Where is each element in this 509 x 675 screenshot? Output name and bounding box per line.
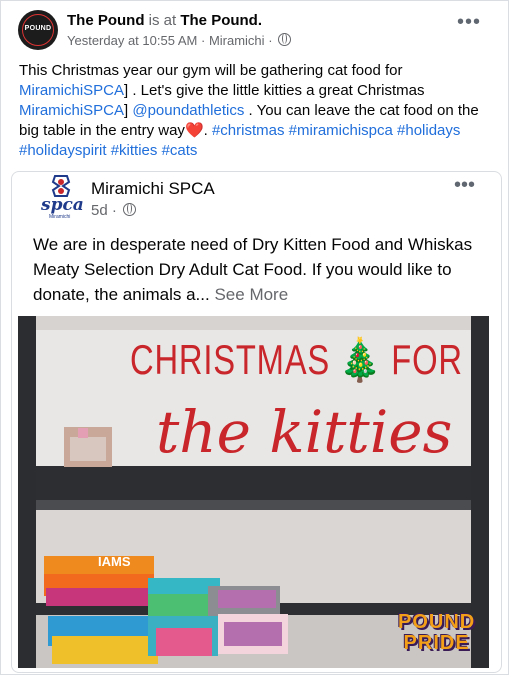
shared-globe-icon	[123, 203, 137, 216]
heart-icon: ❤️	[184, 122, 204, 139]
post-meta: Yesterday at 10:55 AM · Miramichi ·	[67, 33, 292, 49]
post-text: This Christmas year our gym will be gath…	[19, 62, 479, 159]
photo-title-line2: the kitties	[156, 398, 453, 466]
badge-line1: POUND	[398, 611, 476, 633]
avatar-text: POUND	[24, 25, 52, 32]
shared-more-button[interactable]: •••	[454, 175, 475, 195]
meta-separator-2: ·	[268, 33, 273, 48]
author-name[interactable]: The Pound	[67, 12, 145, 29]
post-text-2: ] . Let's give the little kitties a grea…	[124, 82, 425, 99]
place-name[interactable]: The Pound.	[180, 12, 262, 29]
badge-line2: PRIDE	[403, 632, 470, 654]
spca-logo-subtext: Miramichi	[49, 214, 70, 220]
see-more-link[interactable]: See More	[214, 285, 288, 304]
more-options-button[interactable]: •••	[457, 12, 481, 32]
meta-separator: ·	[200, 33, 206, 48]
spca-logo[interactable]: spca Miramichi	[35, 172, 91, 220]
shared-meta-separator: ·	[111, 202, 117, 219]
shared-text: We are in desperate need of Dry Kitten F…	[33, 232, 493, 307]
mention-link-1[interactable]: MiramichiSPCA	[19, 82, 124, 99]
shared-post[interactable]: spca Miramichi Miramichi SPCA 5d · ••• W…	[11, 171, 502, 673]
avatar[interactable]: POUND	[18, 10, 58, 50]
spca-logo-text: spca	[40, 195, 84, 215]
shared-age[interactable]: 5d	[91, 202, 108, 219]
post-text-3: ]	[124, 102, 129, 119]
location-link[interactable]: Miramichi	[209, 33, 265, 48]
post-header: The Pound is at The Pound.	[67, 12, 262, 30]
timestamp[interactable]: Yesterday at 10:55 AM	[67, 33, 197, 48]
mention-link-2[interactable]: MiramichiSPCA	[19, 102, 124, 119]
post-text-1: This Christmas year our gym will be gath…	[19, 62, 403, 79]
shared-photo[interactable]: IAMS CHRISTMAS 🎄 FOR the kitties POUND P…	[18, 316, 489, 668]
pound-pride-badge: POUND PRIDE	[398, 612, 475, 654]
post-card: POUND The Pound is at The Pound. Yesterd…	[0, 0, 509, 675]
photo-title-line1: CHRISTMAS 🎄 FOR	[130, 336, 463, 383]
is-at-text: is at	[148, 12, 177, 29]
mention-link-3[interactable]: @poundathletics	[132, 102, 244, 119]
bag-label: IAMS	[98, 554, 131, 569]
shared-meta: 5d ·	[91, 202, 137, 219]
globe-icon	[278, 33, 292, 46]
shared-page-name[interactable]: Miramichi SPCA	[91, 178, 215, 200]
